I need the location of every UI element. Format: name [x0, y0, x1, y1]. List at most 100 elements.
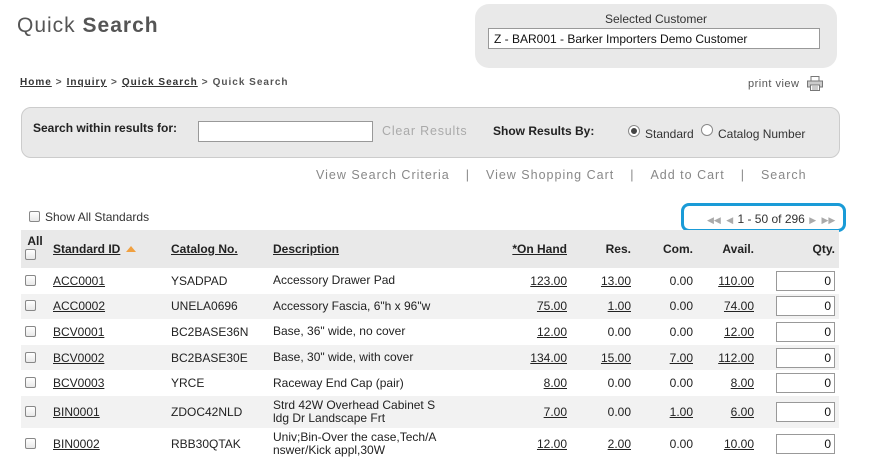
avail-link[interactable]: 8.00	[731, 376, 754, 390]
res-link[interactable]: 15.00	[601, 351, 631, 365]
standard-radio[interactable]	[628, 125, 640, 137]
breadcrumb-home-link[interactable]: Home	[20, 77, 52, 88]
search-link[interactable]: Search	[761, 168, 807, 182]
row-select-checkbox[interactable]	[25, 325, 36, 337]
first-page-icon[interactable]: ◀◀	[707, 215, 721, 225]
res-header: Res.	[605, 242, 631, 256]
catalog-no-cell: BC2BASE30E	[171, 350, 248, 365]
qty-input[interactable]	[776, 296, 835, 317]
res-link[interactable]: 1.00	[608, 299, 631, 313]
catalog-no-header[interactable]: Catalog No.	[167, 230, 269, 268]
search-within-input[interactable]	[198, 121, 373, 142]
com-link[interactable]: 7.00	[670, 351, 693, 365]
standard-id-link[interactable]: ACC0002	[53, 299, 105, 313]
on-hand-header[interactable]: *On Hand	[451, 230, 571, 268]
show-all-standards-checkbox[interactable]	[29, 211, 40, 222]
standard-id-link[interactable]: BCV0002	[53, 351, 104, 365]
table-row: ACC0001 YSADPAD Accessory Drawer Pad 123…	[21, 268, 839, 294]
com-link[interactable]: 1.00	[670, 405, 693, 419]
row-select-checkbox[interactable]	[25, 351, 36, 363]
table-row: BCV0001 BC2BASE36N Base, 36" wide, no co…	[21, 319, 839, 345]
on-hand-link[interactable]: 75.00	[537, 299, 567, 313]
row-select-checkbox[interactable]	[25, 405, 36, 417]
qty-input[interactable]	[776, 347, 835, 368]
row-select-checkbox[interactable]	[25, 300, 36, 312]
avail-link[interactable]: 112.00	[718, 351, 754, 365]
on-hand-link[interactable]: 7.00	[544, 405, 567, 419]
res-cell: 0.00	[607, 404, 631, 419]
table-header-row: All Standard ID Catalog No. Description …	[21, 230, 839, 268]
standard-id-link[interactable]: BCV0001	[53, 325, 104, 339]
next-page-icon[interactable]: ▶	[809, 215, 816, 225]
avail-link[interactable]: 6.00	[731, 405, 754, 419]
res-link[interactable]: 13.00	[601, 274, 631, 288]
standard-radio-label[interactable]: Standard	[645, 127, 694, 141]
row-select-checkbox[interactable]	[25, 437, 36, 449]
pager: ◀◀ ◀ 1 - 50 of 296 ▶ ▶▶	[706, 212, 836, 226]
print-view-link[interactable]: print view	[748, 78, 799, 90]
clear-results-button[interactable]: Clear Results	[382, 124, 467, 138]
catalog-no-cell: BC2BASE36N	[171, 324, 249, 339]
show-all-standards-label: Show All Standards	[45, 210, 150, 224]
res-link[interactable]: 2.00	[608, 437, 631, 451]
row-select-checkbox[interactable]	[25, 377, 36, 389]
catalog-no-cell: UNELA0696	[171, 299, 238, 314]
catalog-no-cell: YRCE	[171, 376, 205, 391]
avail-link[interactable]: 110.00	[718, 274, 754, 288]
on-hand-link[interactable]: 12.00	[537, 437, 567, 451]
select-all-checkbox[interactable]	[25, 249, 36, 260]
table-row: BCV0002 BC2BASE30E Base, 30" wide, with …	[21, 344, 839, 371]
qty-input[interactable]	[776, 270, 835, 291]
catalog-number-radio[interactable]	[701, 124, 713, 136]
add-to-cart-link[interactable]: Add to Cart	[650, 168, 724, 182]
standard-id-link[interactable]: BCV0003	[53, 376, 104, 390]
action-links: View Search Criteria | View Shopping Cart |…	[316, 168, 807, 182]
res-cell: 0.00	[607, 376, 631, 391]
last-page-icon[interactable]: ▶▶	[821, 215, 835, 225]
avail-link[interactable]: 74.00	[724, 299, 754, 313]
avail-link[interactable]: 10.00	[724, 437, 754, 451]
standard-id-link[interactable]: BIN0002	[53, 437, 100, 451]
all-label: All	[27, 234, 43, 248]
table-row: BIN0002 RBB30QTAK Univ;Bin-Over the case…	[21, 428, 839, 459]
qty-input[interactable]	[776, 433, 835, 454]
qty-input[interactable]	[776, 321, 835, 342]
qty-header: Qty.	[812, 242, 835, 256]
results-table: All Standard ID Catalog No. Description …	[21, 230, 839, 459]
row-select-checkbox[interactable]	[25, 274, 36, 286]
description-header[interactable]: Description	[269, 230, 451, 268]
selected-customer-panel: Selected Customer	[475, 4, 837, 68]
com-cell: 0.00	[669, 273, 693, 288]
description-cell: Base, 30" wide, with cover	[273, 350, 414, 365]
avail-link[interactable]: 12.00	[724, 325, 754, 339]
catalog-number-radio-label[interactable]: Catalog Number	[718, 127, 805, 141]
standard-id-header[interactable]: Standard ID	[49, 230, 167, 268]
catalog-no-cell: ZDOC42NLD	[171, 404, 243, 419]
description-cell: Raceway End Cap (pair)	[273, 375, 404, 390]
qty-input[interactable]	[776, 373, 835, 394]
catalog-no-cell: RBB30QTAK	[171, 436, 241, 451]
standard-id-link[interactable]: ACC0001	[53, 274, 105, 288]
description-cell: Strd 42W Overhead Cabinet Sldg Dr Landsc…	[273, 397, 436, 425]
on-hand-link[interactable]: 8.00	[544, 376, 567, 390]
com-cell: 0.00	[669, 324, 693, 339]
selected-customer-field[interactable]	[488, 28, 820, 49]
printer-icon[interactable]	[807, 76, 823, 91]
com-cell: 0.00	[669, 376, 693, 391]
description-cell: Accessory Drawer Pad	[273, 273, 396, 288]
breadcrumb-inquiry-link[interactable]: Inquiry	[67, 77, 107, 88]
view-shopping-cart-link[interactable]: View Shopping Cart	[486, 168, 614, 182]
com-header: Com.	[663, 242, 693, 256]
breadcrumb-quick-search-link[interactable]: Quick Search	[122, 77, 198, 88]
view-search-criteria-link[interactable]: View Search Criteria	[316, 168, 450, 182]
standard-id-link[interactable]: BIN0001	[53, 405, 100, 419]
prev-page-icon[interactable]: ◀	[726, 215, 733, 225]
on-hand-link[interactable]: 134.00	[530, 351, 567, 365]
description-cell: Base, 36" wide, no cover	[273, 324, 406, 339]
com-cell: 0.00	[669, 299, 693, 314]
divider: |	[630, 168, 635, 182]
select-all-header: All	[21, 230, 49, 268]
qty-input[interactable]	[776, 401, 835, 422]
on-hand-link[interactable]: 12.00	[537, 325, 567, 339]
on-hand-link[interactable]: 123.00	[530, 274, 567, 288]
